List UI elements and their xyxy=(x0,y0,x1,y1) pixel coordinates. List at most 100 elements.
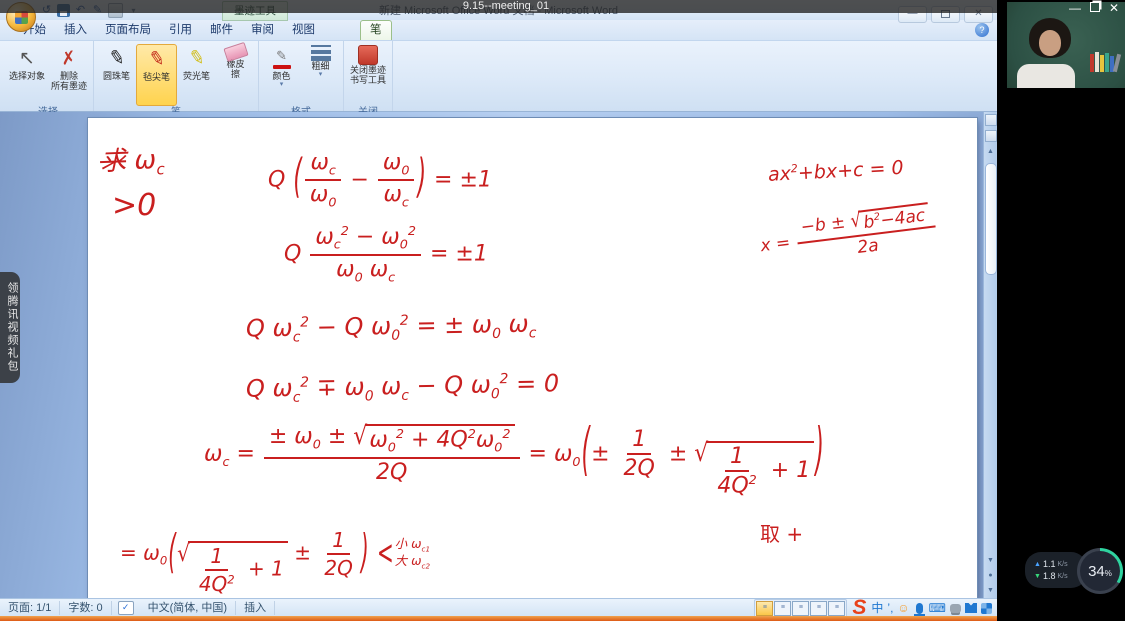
book xyxy=(1105,53,1109,72)
close-ink-tools-button[interactable]: 关闭墨迹书写工具 xyxy=(347,44,389,106)
tab-references[interactable]: 引用 xyxy=(160,21,201,40)
book xyxy=(1113,54,1121,72)
spellcheck-icon[interactable]: ✓ xyxy=(118,601,134,615)
cursor-arrow-icon xyxy=(19,45,35,71)
eraser-button[interactable]: 橡皮擦 xyxy=(216,44,255,106)
felt-tip-pen-button[interactable]: 毡尖笔 xyxy=(136,44,177,106)
toolbox-icon[interactable] xyxy=(981,603,992,614)
keyboard-icon[interactable]: ⌨ xyxy=(929,601,946,615)
draft-view-button[interactable]: ≡ xyxy=(828,601,845,616)
bookshelf xyxy=(1090,52,1119,72)
ribbon-group-select: 选择对象删除所有墨迹选择 xyxy=(3,41,94,111)
outer-restore-button[interactable] xyxy=(1090,1,1100,15)
tab-page-layout[interactable]: 页面布局 xyxy=(96,21,160,40)
ink-eq-quadratic-formula: x = −b ± √b2−4ac2a xyxy=(758,201,940,269)
document-page[interactable]: 求 ωc>0Q (ωcω0 − ω0ωc) = ±1Q ωc2 − ω02ω0 … xyxy=(88,118,977,598)
upload-value: 1.1 xyxy=(1043,559,1056,570)
fullscreen-reading-view-button[interactable]: ≡ xyxy=(774,601,791,616)
download-unit: K/s xyxy=(1057,571,1067,582)
ballpoint-pen-button[interactable]: 圆珠笔 xyxy=(97,44,136,106)
book xyxy=(1100,55,1104,72)
highlighter-button[interactable]: 荧光笔 xyxy=(177,44,216,106)
meeting-title: 9.15--meeting_01 xyxy=(463,0,549,12)
bottom-orange-bar xyxy=(0,616,997,621)
page-indicator[interactable]: 页面: 1/1 xyxy=(0,601,60,615)
split-handle[interactable] xyxy=(985,130,997,142)
thickness-button[interactable]: 粗细▾ xyxy=(301,44,340,106)
gauge-unit: % xyxy=(1105,569,1112,578)
ink-eq-wc-final: = ω0(√14Q2 + 1 ± 12Q) <小 ωc1大 ωc2 xyxy=(120,528,430,596)
sogou-toolbar: 中 ’, ☺ ⌨ xyxy=(871,601,992,615)
help-icon[interactable]: ? xyxy=(975,23,989,37)
scroll-down-arrow[interactable]: ▼ xyxy=(985,553,997,568)
ink-eq-quadratic-form: Q ωc2 ∓ ω0 ωc − Q ω02 = 0 xyxy=(246,369,560,406)
vertical-scrollbar[interactable]: ▲ ▼ ● ▼ xyxy=(983,112,997,598)
book xyxy=(1095,52,1099,72)
tab-pen[interactable]: 笔 xyxy=(360,20,392,40)
meeting-title-overlay: 9.15--meeting_01 xyxy=(0,0,1012,13)
delete-all-ink-button[interactable]: 删除所有墨迹 xyxy=(48,44,90,106)
outer-window-controls: — ✕ xyxy=(1069,1,1119,15)
tab-view[interactable]: 视图 xyxy=(283,21,324,40)
mic-icon[interactable] xyxy=(916,603,923,614)
ribbon-group-close: 关闭墨迹书写工具关闭 xyxy=(344,41,393,111)
upload-unit: K/s xyxy=(1057,559,1067,570)
ribbon-group-pens: 圆珠笔毡尖笔荧光笔橡皮擦笔 xyxy=(94,41,259,111)
view-ruler-button[interactable] xyxy=(985,114,997,126)
document-area: 求 ωc>0Q (ωcω0 − ω0ωc) = ±1Q ωc2 − ω02ω0 … xyxy=(0,112,997,598)
insert-mode[interactable]: 插入 xyxy=(236,601,275,615)
ribbon-tab-row: 开始插入页面布局引用邮件审阅视图笔 xyxy=(0,20,997,41)
screen: 新建 Microsoft Office Word 文档 - Microsoft … xyxy=(0,0,1125,621)
gauge-value: 34 xyxy=(1088,563,1105,580)
sogou-logo-icon[interactable]: S xyxy=(852,599,866,617)
word-count[interactable]: 字数: 0 xyxy=(60,601,111,615)
color-icon xyxy=(273,45,291,71)
punctuation-icon[interactable]: ’, xyxy=(887,601,893,615)
select-object-button[interactable]: 选择对象 xyxy=(6,44,48,106)
ink-eq-q-fraction: Q ωc2 − ω02ω0 ωc = ±1 xyxy=(284,224,488,285)
presenter-face xyxy=(1039,30,1061,56)
hand-gesture-icon[interactable] xyxy=(950,604,961,613)
status-left: 页面: 1/1字数: 0 ✓ 中文(简体, 中国)插入 xyxy=(0,601,275,615)
tab-insert[interactable]: 插入 xyxy=(55,21,96,40)
skin-icon[interactable] xyxy=(965,603,977,613)
ink-note-gt-zero: >0 xyxy=(112,188,156,223)
ink-note-take-plus: 取 + xyxy=(760,518,803,547)
status-right: ≡≡≡≡≡ S 中’,☺⌨ xyxy=(754,599,997,618)
ballpoint-pen-icon xyxy=(109,45,125,71)
ribbon: 选择对象删除所有墨迹选择圆珠笔毡尖笔荧光笔橡皮擦笔颜色▾粗细▾格式关闭墨迹书写工… xyxy=(0,41,997,112)
download-arrow-icon: ▼ xyxy=(1034,571,1041,582)
next-object-button[interactable]: ▼ xyxy=(985,583,997,598)
previous-object-button[interactable]: ● xyxy=(985,568,997,583)
outer-minimize-button[interactable]: — xyxy=(1069,1,1081,15)
tencent-video-ad-tab[interactable]: 领腾讯视频礼包 xyxy=(0,272,20,383)
outline-view-button[interactable]: ≡ xyxy=(810,601,827,616)
language-indicator[interactable]: 中文(简体, 中国) xyxy=(140,601,236,615)
web-layout-view-button[interactable]: ≡ xyxy=(792,601,809,616)
ink-eq-quadratic-standard: ax2+bx+c = 0 xyxy=(768,156,905,185)
upload-arrow-icon: ▲ xyxy=(1034,559,1041,570)
emoji-icon[interactable]: ☺ xyxy=(897,601,909,615)
thickness-icon xyxy=(311,45,331,61)
ink-eq-q-difference: Q (ωcω0 − ω0ωc) = ±1 xyxy=(268,150,492,211)
download-value: 1.8 xyxy=(1043,571,1056,582)
book xyxy=(1090,54,1094,72)
ink-eq-wc-solution: ωc = ± ω0 ± √ω02 + 4Q2ω022Q = ω0(± 12Q ±… xyxy=(204,424,825,499)
performance-gauge: 34 % xyxy=(1077,548,1123,594)
meeting-sidebar: — ✕ ▲ 1.1 K/s ▼ 1.8 K/s 34 % xyxy=(997,0,1125,621)
input-mode-icon[interactable]: 中 xyxy=(871,601,883,615)
tab-review[interactable]: 审阅 xyxy=(242,21,283,40)
outer-restore-icon xyxy=(1090,2,1100,12)
ink-eq-expanded: Q ωc2 − Q ω02 = ± ω0 ωc xyxy=(246,309,537,346)
outer-close-button[interactable]: ✕ xyxy=(1109,1,1119,15)
highlighter-pen-icon xyxy=(189,45,205,71)
scroll-up-arrow[interactable]: ▲ xyxy=(985,144,997,159)
scrollbar-thumb[interactable] xyxy=(985,163,997,275)
color-button[interactable]: 颜色▾ xyxy=(262,44,301,106)
felt-tip-pen-icon xyxy=(149,46,165,72)
gauge-face: 34 % xyxy=(1080,551,1120,591)
tab-mailings[interactable]: 邮件 xyxy=(201,21,242,40)
status-bar: 页面: 1/1字数: 0✓中文(简体, 中国)插入 ≡≡≡≡≡ S 中’,☺⌨ xyxy=(0,598,997,617)
print-layout-view-button[interactable]: ≡ xyxy=(756,601,773,616)
ribbon-group-format: 颜色▾粗细▾格式 xyxy=(259,41,344,111)
